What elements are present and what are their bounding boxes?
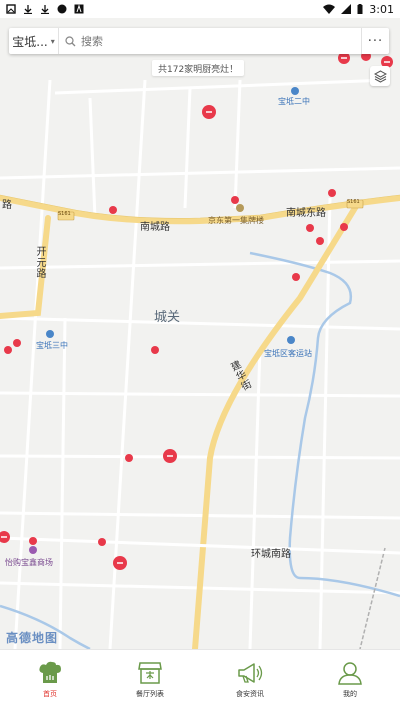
more-options-button[interactable]: ··· — [361, 28, 389, 54]
app-a-icon — [74, 4, 84, 14]
city-select[interactable]: 宝坻... ▾ — [9, 28, 59, 54]
tab-restaurant-list[interactable]: 餐厅列表 — [100, 650, 200, 709]
download-icon-2 — [41, 5, 49, 14]
search-bar: 宝坻... ▾ ··· — [9, 28, 389, 54]
route-code-label: S161 — [58, 211, 71, 217]
tab-profile[interactable]: 我的 — [300, 650, 400, 709]
poi-label-bus-station[interactable]: 宝坻区客运站 — [264, 348, 312, 359]
download-icon — [24, 5, 32, 14]
amap-logo: 高德地图 — [6, 631, 59, 645]
search-input[interactable] — [81, 34, 331, 48]
tab-home[interactable]: 首页 — [0, 650, 100, 709]
road-label-nancheng-east: 南城东路 — [286, 208, 326, 219]
search-field[interactable] — [59, 28, 361, 54]
bus-station-poi-icon — [287, 336, 295, 344]
tab-food-safety-news[interactable]: 食安资讯 — [200, 650, 300, 709]
status-notifications — [6, 4, 84, 14]
school-poi-icon-2 — [46, 330, 54, 338]
map-view[interactable]: S161 S161 宝坻二中 南城路 京东第一集牌楼 南城东路 路 开元路 城关… — [0, 18, 400, 649]
road-label-huanchengnan: 环城南路 — [251, 549, 291, 560]
tab-restaurant-list-label: 餐厅列表 — [136, 689, 164, 698]
route-code-label-2: S161 — [347, 199, 360, 205]
user-icon — [338, 661, 362, 685]
city-select-value: 宝坻... — [12, 34, 48, 49]
poi-label-school3[interactable]: 宝坻三中 — [36, 340, 68, 351]
restaurant-count-notice: 共172家明厨亮灶！ — [152, 60, 245, 76]
road-label-kaiyuan: 开元路 — [34, 246, 45, 279]
search-icon — [65, 35, 76, 46]
chef-hat-icon — [39, 661, 61, 683]
chevron-down-icon: ▾ — [50, 36, 55, 46]
school-poi-icon — [291, 87, 299, 95]
restaurant-markers — [0, 51, 393, 570]
road-label-lu: 路 — [2, 200, 12, 211]
signal-icon — [341, 4, 352, 14]
railway — [359, 547, 386, 649]
district-label: 城关 — [154, 310, 181, 325]
poi-label-mall[interactable]: 怡购宝鑫商场 — [5, 557, 53, 568]
status-bar: 3:01 — [0, 0, 400, 18]
wifi-icon — [323, 4, 336, 14]
tab-home-label: 首页 — [43, 689, 57, 698]
image-notification-icon — [6, 4, 16, 14]
poi-label-jd[interactable]: 京东第一集牌楼 — [208, 215, 264, 226]
layers-icon — [373, 69, 387, 83]
map-layers-button[interactable] — [370, 66, 390, 86]
map-canvas — [0, 51, 400, 649]
mall-poi-icon — [29, 546, 37, 554]
status-time: 3:01 — [369, 2, 394, 16]
tab-food-safety-news-label: 食安资讯 — [236, 689, 264, 698]
megaphone-icon — [238, 662, 263, 683]
app-notification-icon — [57, 4, 67, 14]
tab-profile-label: 我的 — [343, 689, 357, 698]
shop-icon — [138, 661, 162, 684]
battery-icon — [357, 4, 363, 14]
poi-label-school2[interactable]: 宝坻二中 — [278, 96, 310, 107]
landmark-poi-icon — [236, 204, 244, 212]
road-label-nancheng: 南城路 — [140, 222, 170, 233]
bottom-tab-bar: 首页 餐厅列表 食安资讯 我的 — [0, 649, 400, 709]
